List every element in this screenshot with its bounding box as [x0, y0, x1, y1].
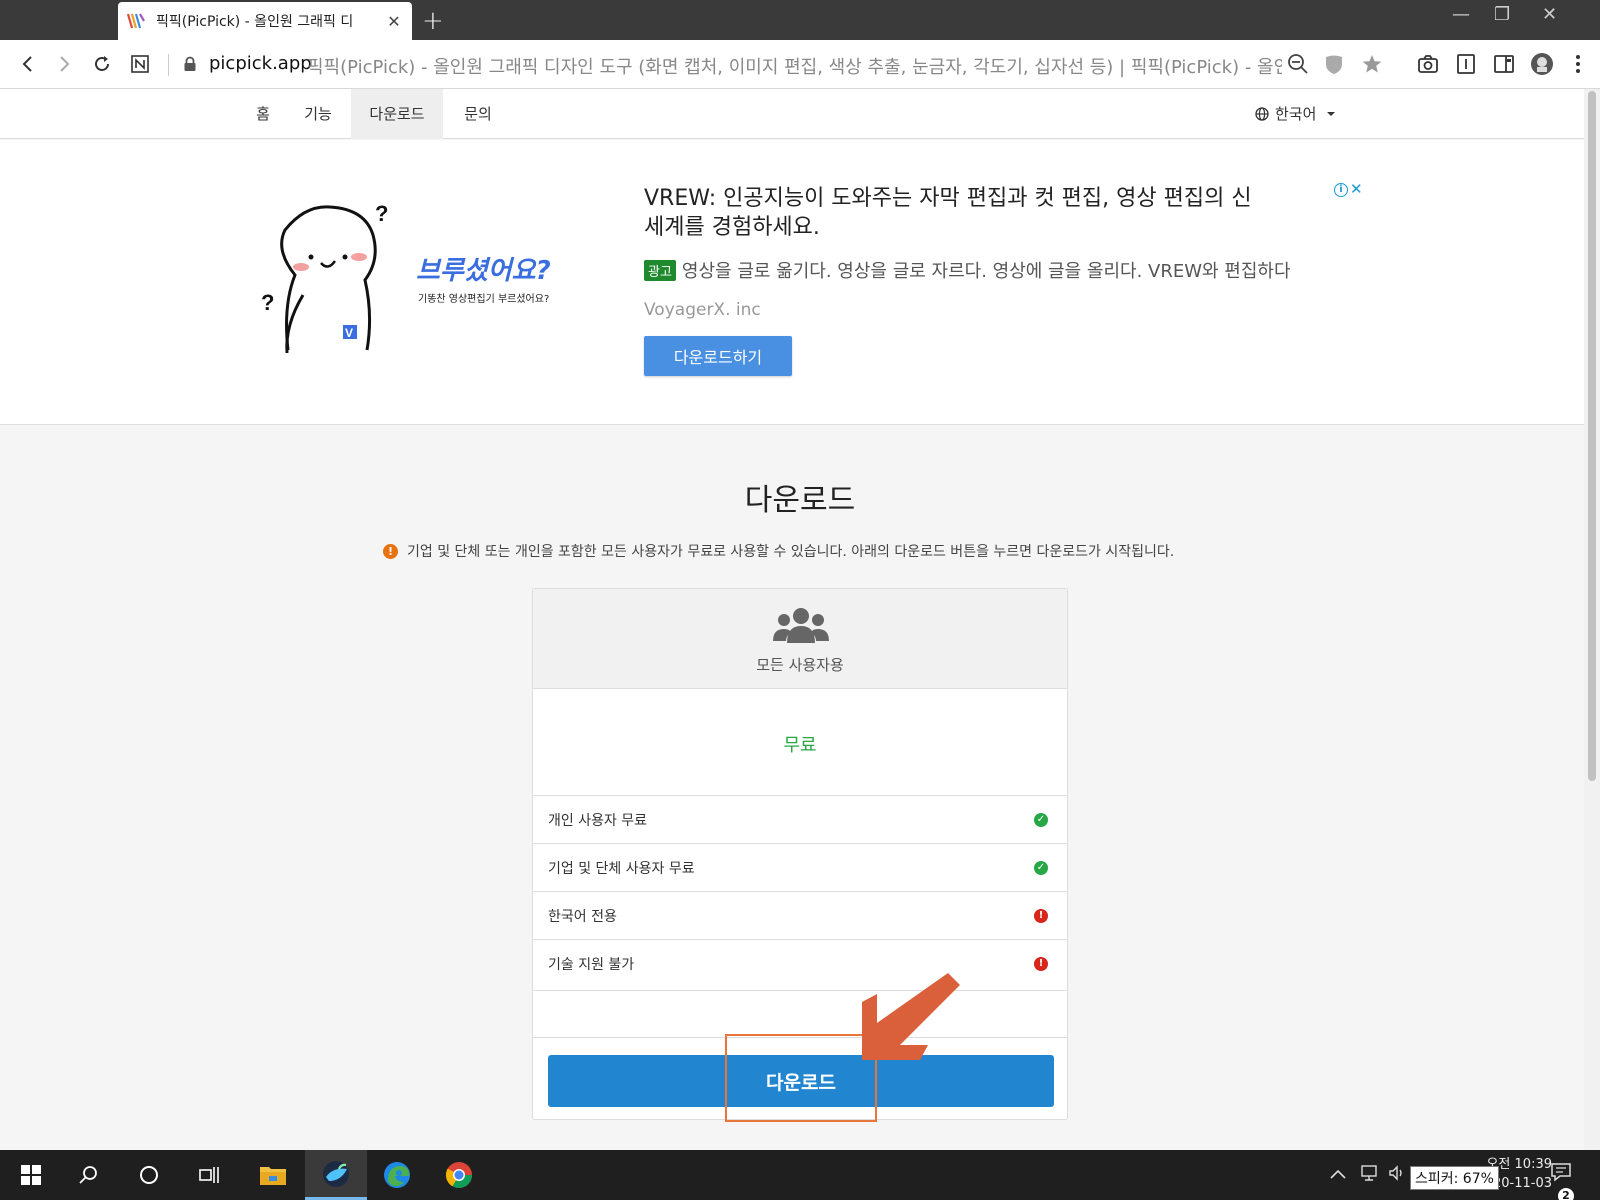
task-view-icon[interactable]	[178, 1150, 240, 1200]
check-circle-icon: ✓	[1034, 860, 1048, 875]
pricing-card-header: 모든 사용자용	[533, 589, 1067, 689]
ad-illustration-subcaption: 기똥찬 영상편집기 부르셨어요?	[418, 294, 550, 305]
warning-icon: !	[383, 543, 398, 559]
ad-body-text: 영상을 글로 옮기다. 영상을 글로 자르다. 영상에 글을 올리다. VREW…	[681, 261, 1291, 282]
ad-close-icon[interactable]: ✕	[1350, 180, 1363, 198]
page-scrollbar[interactable]	[1584, 89, 1600, 1150]
speaker-icon[interactable]	[1388, 1164, 1406, 1186]
sidebar-toggle-icon[interactable]	[1492, 52, 1516, 76]
url-page-title[interactable]: 픽픽(PicPick) - 올인원 그래픽 디자인 도구 (화면 캡처, 이미지…	[307, 53, 1282, 79]
site-navigation: 홈 기능 다운로드 문의 한국어	[0, 89, 1584, 139]
nav-item-download[interactable]: 다운로드	[351, 89, 443, 139]
notification-center-icon[interactable]	[1550, 1162, 1572, 1186]
feature-label: 개인 사용자 무료	[548, 812, 648, 829]
notification-count-badge: 2	[1558, 1188, 1574, 1200]
svg-text:?: ?	[261, 290, 274, 315]
plan-price: 무료	[783, 735, 817, 756]
ad-banner[interactable]: V ? ? 브루셨어요? 기똥찬 영상편집기 부르셨어요? VREW: 인공지능…	[0, 140, 1584, 425]
feature-row: 기술 지원 불가 !	[533, 939, 1067, 987]
language-selector[interactable]: 한국어	[1255, 89, 1336, 139]
search-icon[interactable]	[58, 1150, 120, 1200]
users-group-icon	[773, 608, 829, 643]
globe-icon	[1255, 107, 1269, 121]
edge-browser-icon[interactable]	[366, 1150, 428, 1200]
back-icon[interactable]	[16, 52, 40, 76]
feature-row: 한국어 전용 !	[533, 891, 1067, 939]
windows-taskbar: 오전 10:39 2020-11-03	[0, 1150, 1600, 1200]
tab-title: 픽픽(PicPick) - 올인원 그래픽 디	[156, 14, 354, 30]
check-circle-icon: ✓	[1034, 812, 1048, 827]
more-menu-icon[interactable]	[1566, 52, 1590, 76]
file-explorer-icon[interactable]	[242, 1150, 304, 1200]
feature-row: 기업 및 단체 사용자 무료 ✓	[533, 843, 1067, 891]
language-label: 한국어	[1275, 105, 1317, 123]
nav-item-home[interactable]: 홈	[243, 89, 283, 139]
feature-label: 기업 및 단체 사용자 무료	[548, 860, 695, 877]
ad-info-icon[interactable]: i	[1334, 183, 1348, 197]
feature-label: 기술 지원 불가	[548, 956, 635, 973]
nav-item-features[interactable]: 기능	[295, 89, 341, 139]
exclamation-circle-icon: !	[1034, 908, 1048, 923]
tray-chevron-up-icon[interactable]	[1330, 1164, 1346, 1183]
restore-icon[interactable]: ❐	[1494, 4, 1510, 25]
exclamation-circle-icon: !	[1034, 956, 1048, 971]
feature-row: 개인 사용자 무료 ✓	[533, 795, 1067, 843]
window-close-icon[interactable]: ✕	[1542, 4, 1557, 25]
cortana-icon[interactable]	[118, 1150, 180, 1200]
ad-body: 광고 영상을 글로 옮기다. 영상을 글로 자르다. 영상에 글을 올리다. V…	[644, 257, 1291, 283]
url-domain[interactable]: picpick.app	[209, 53, 312, 74]
browser-titlebar: 픽픽(PicPick) - 올인원 그래픽 디 ✕ + — ❐ ✕	[0, 0, 1600, 40]
new-tab-button[interactable]: +	[422, 6, 444, 36]
shield-icon[interactable]	[1322, 52, 1346, 76]
highlight-box	[725, 1034, 877, 1122]
bookmark-star-icon[interactable]	[1360, 52, 1384, 76]
nav-item-contact[interactable]: 문의	[455, 89, 501, 139]
network-icon[interactable]	[1360, 1164, 1380, 1186]
arrow-annotation-icon	[862, 973, 960, 1060]
lock-icon	[184, 56, 196, 71]
caret-down-icon	[1327, 112, 1336, 116]
naver-whale-home-icon[interactable]	[128, 52, 152, 76]
windows-start-icon[interactable]	[0, 1150, 62, 1200]
address-bar: picpick.app 픽픽(PicPick) - 올인원 그래픽 디자인 도구…	[0, 40, 1600, 89]
browser-tab-active[interactable]: 픽픽(PicPick) - 올인원 그래픽 디 ✕	[118, 2, 412, 40]
ad-company: VoyagerX. inc	[644, 300, 761, 320]
url-separator	[168, 54, 169, 76]
screenshot-camera-icon[interactable]	[1416, 52, 1440, 76]
svg-text:?: ?	[375, 201, 388, 226]
minimize-icon[interactable]: —	[1452, 4, 1470, 25]
svg-text:V: V	[345, 326, 353, 340]
whale-browser-icon[interactable]	[305, 1150, 367, 1200]
ad-badge: 광고	[644, 259, 676, 281]
reload-icon[interactable]	[90, 52, 114, 76]
download-notice-text: 기업 및 단체 또는 개인을 포함한 모든 사용자가 무료로 사용할 수 있습니…	[407, 544, 1175, 560]
reader-mode-icon[interactable]	[1454, 52, 1478, 76]
feature-label: 한국어 전용	[548, 908, 617, 925]
chrome-browser-icon[interactable]	[428, 1150, 490, 1200]
download-notice: ! 기업 및 단체 또는 개인을 포함한 모든 사용자가 무료로 사용할 수 있…	[383, 541, 1174, 561]
plan-name: 모든 사용자용	[756, 656, 844, 674]
ad-illustration-caption: 브루셨어요?	[416, 256, 551, 286]
tab-close-icon[interactable]: ✕	[384, 12, 404, 31]
ad-download-button[interactable]: 다운로드하기	[644, 336, 792, 376]
page-title: 다운로드	[744, 483, 856, 518]
scrollbar-thumb[interactable]	[1588, 91, 1596, 781]
ad-headline[interactable]: VREW: 인공지능이 도와주는 자막 편집과 컷 편집, 영상 편집의 신세계…	[644, 184, 1264, 242]
picpick-favicon-icon	[126, 13, 145, 29]
feature-row-empty	[533, 990, 1067, 1038]
zoom-out-icon[interactable]	[1286, 52, 1310, 76]
profile-avatar-icon[interactable]	[1530, 52, 1554, 76]
volume-tooltip: 스피커: 67%	[1410, 1166, 1499, 1190]
forward-icon[interactable]	[52, 52, 76, 76]
